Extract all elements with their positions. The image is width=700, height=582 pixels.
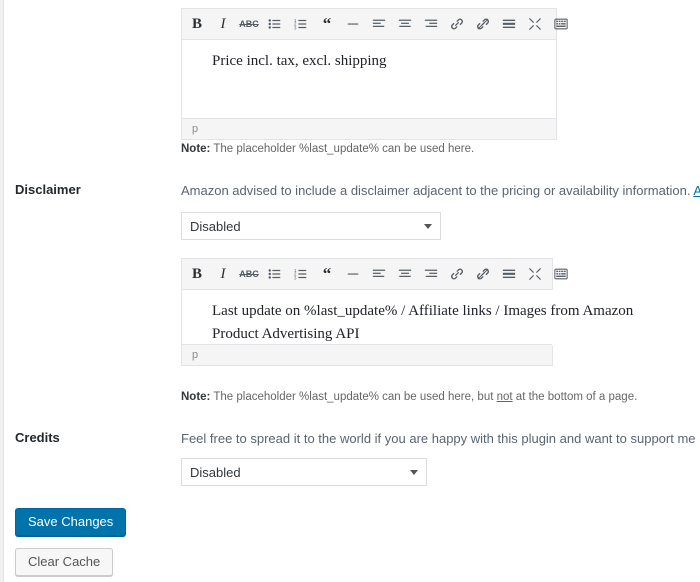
price-note-editor-statusbar: p: [182, 118, 556, 139]
align-center-icon[interactable]: [393, 12, 417, 36]
read-more-icon[interactable]: [497, 262, 521, 286]
price-note-editor-body[interactable]: Price incl. tax, excl. shipping: [182, 40, 556, 120]
disclaimer-editor-text: Last update on %last_update% / Affiliate…: [212, 303, 634, 343]
horizontal-rule-icon[interactable]: [341, 12, 365, 36]
disclaimer-hint: Note: The placeholder %last_update% can …: [181, 390, 651, 405]
price-note-editor[interactable]: B I ABC 123 “ Price incl. tax, excl. shi…: [181, 8, 568, 140]
remove-link-icon[interactable]: [471, 262, 495, 286]
italic-icon[interactable]: I: [211, 12, 235, 36]
numbered-list-icon[interactable]: 123: [289, 12, 313, 36]
toolbar-toggle-icon[interactable]: [549, 12, 573, 36]
svg-text:3: 3: [294, 275, 297, 280]
credits-select[interactable]: Disabled: [181, 458, 427, 486]
bold-icon[interactable]: B: [185, 12, 209, 36]
fullscreen-icon[interactable]: [523, 12, 547, 36]
price-note-hint-text: The placeholder %last_update% can be use…: [210, 143, 475, 155]
disclaimer-label: Disclaimer: [15, 182, 81, 197]
blockquote-icon[interactable]: “: [315, 262, 339, 286]
disclaimer-description: Amazon advised to include a disclaimer a…: [181, 182, 700, 200]
price-note-hint: Note: The placeholder %last_update% can …: [181, 142, 581, 157]
align-left-icon[interactable]: [367, 262, 391, 286]
horizontal-rule-icon[interactable]: [341, 262, 365, 286]
align-left-icon[interactable]: [367, 12, 391, 36]
credits-label: Credits: [15, 430, 60, 445]
save-changes-button[interactable]: Save Changes: [15, 508, 127, 536]
disclaimer-select-wrap[interactable]: Disabled: [181, 212, 441, 240]
align-right-icon[interactable]: [419, 262, 443, 286]
strikethrough-icon[interactable]: ABC: [237, 262, 261, 286]
italic-icon[interactable]: I: [211, 262, 235, 286]
element-path: p: [192, 123, 199, 135]
insert-link-icon[interactable]: [445, 262, 469, 286]
settings-form: B I ABC 123 “ Price incl. tax, excl. shi…: [0, 0, 700, 582]
insert-link-icon[interactable]: [445, 12, 469, 36]
disclaimer-hint-prefix: Note:: [181, 391, 211, 403]
bulleted-list-icon[interactable]: [263, 262, 287, 286]
disclaimer-select[interactable]: Disabled: [181, 212, 441, 240]
disclaimer-editor-statusbar: p: [182, 344, 552, 365]
price-note-editor-toolbar[interactable]: B I ABC 123 “: [182, 9, 568, 40]
read-more-icon[interactable]: [497, 12, 521, 36]
disclaimer-row: Disclaimer Amazon advised to include a d…: [0, 182, 700, 412]
credits-description-text: Feel free to spread it to the world if y…: [181, 431, 700, 446]
align-right-icon[interactable]: [419, 12, 443, 36]
svg-text:3: 3: [294, 25, 297, 30]
disclaimer-hint-text-a: The placeholder %last_update% can be use…: [210, 391, 497, 403]
amazon-product-link[interactable]: Amazon Produ: [693, 183, 700, 198]
numbered-list-icon[interactable]: 123: [289, 262, 313, 286]
disclaimer-hint-emphasis: not: [496, 391, 513, 403]
bold-icon[interactable]: B: [185, 262, 209, 286]
strikethrough-icon[interactable]: ABC: [237, 12, 261, 36]
fullscreen-icon[interactable]: [523, 262, 547, 286]
remove-link-icon[interactable]: [471, 12, 495, 36]
bulleted-list-icon[interactable]: [263, 12, 287, 36]
disclaimer-editor-toolbar[interactable]: B I ABC 123 “: [182, 259, 568, 290]
price-note-text: Price incl. tax, excl. shipping: [212, 53, 387, 69]
disclaimer-editor-body[interactable]: Last update on %last_update% / Affiliate…: [182, 290, 700, 346]
credits-select-wrap[interactable]: Disabled: [181, 458, 427, 486]
blockquote-icon[interactable]: “: [315, 12, 339, 36]
disclaimer-editor[interactable]: B I ABC 123 “ Last update on %last_updat…: [181, 258, 700, 366]
disclaimer-description-text: Amazon advised to include a disclaimer a…: [181, 183, 694, 198]
credits-description: Feel free to spread it to the world if y…: [181, 430, 700, 448]
price-note-hint-prefix: Note:: [181, 143, 211, 155]
clear-cache-button[interactable]: Clear Cache: [15, 548, 114, 576]
disclaimer-hint-text-b: at the bottom of a page.: [512, 391, 638, 403]
toolbar-toggle-icon[interactable]: [549, 262, 573, 286]
credits-row: Credits Feel free to spread it to the wo…: [0, 430, 700, 500]
align-center-icon[interactable]: [393, 262, 417, 286]
element-path: p: [192, 349, 199, 361]
